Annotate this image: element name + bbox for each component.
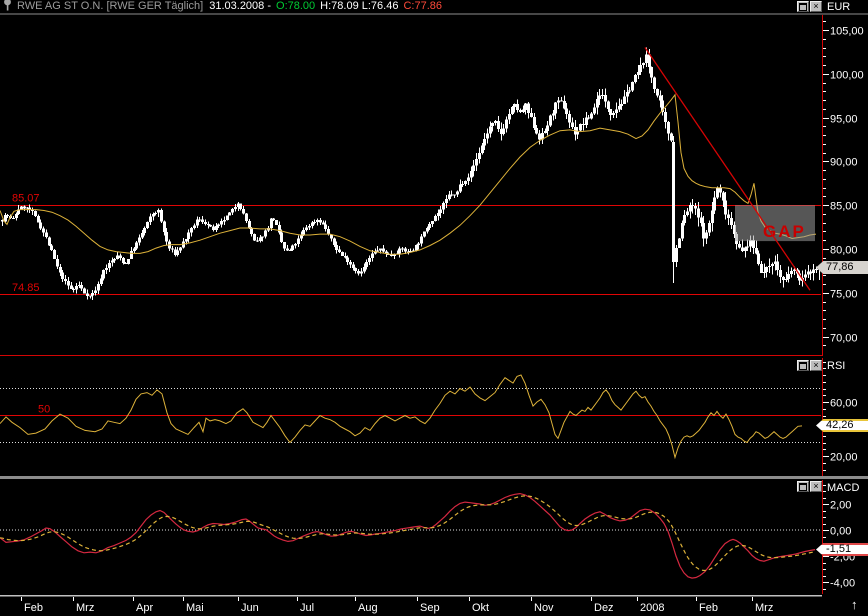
rsi-panel: 50 <box>0 374 821 460</box>
svg-text:Feb: Feb <box>24 602 43 614</box>
svg-text:2,00: 2,00 <box>830 500 851 512</box>
quote-close: C:77.86 <box>403 0 442 12</box>
close-button[interactable]: × <box>810 360 822 371</box>
svg-text:100,00: 100,00 <box>830 70 864 82</box>
rsi-value-badge: 42,26 <box>816 419 868 432</box>
close-button[interactable]: × <box>810 1 822 12</box>
down-trend-line <box>644 47 811 291</box>
svg-text:2008: 2008 <box>640 602 664 614</box>
maximize-button[interactable] <box>797 360 809 371</box>
svg-text:20,00: 20,00 <box>830 452 858 464</box>
main-panel-window-buttons: × <box>797 1 822 12</box>
svg-text:Feb: Feb <box>699 602 718 614</box>
svg-text:85,00: 85,00 <box>830 201 858 213</box>
last-price-badge: 77,86 <box>816 261 868 274</box>
svg-text:74.85: 74.85 <box>12 282 40 294</box>
quote-date: 31.03.2008 - <box>209 0 272 12</box>
svg-text:Mrz: Mrz <box>755 602 773 614</box>
svg-text:60,00: 60,00 <box>830 398 858 410</box>
svg-text:Dez: Dez <box>594 602 614 614</box>
svg-text:0,00: 0,00 <box>830 526 851 538</box>
instrument-title: RWE AG ST O.N. [RWE GER Täglich] <box>17 0 204 12</box>
svg-text:Jun: Jun <box>241 602 259 614</box>
rsi-mid-label: 50 <box>38 404 50 416</box>
svg-text:75,00: 75,00 <box>830 289 858 301</box>
rsi-panel-window-buttons: × <box>797 360 822 371</box>
svg-text:Mai: Mai <box>186 602 204 614</box>
close-icon: × <box>813 481 819 491</box>
svg-text:Apr: Apr <box>136 602 153 614</box>
macd-axis-label: MACD <box>827 482 860 494</box>
svg-text:Mrz: Mrz <box>76 602 94 614</box>
close-button[interactable]: × <box>810 481 822 492</box>
maximize-icon <box>799 361 807 370</box>
close-icon: × <box>813 360 819 370</box>
svg-text:90,00: 90,00 <box>830 157 858 169</box>
pushpin-icon <box>2 0 13 15</box>
svg-text:85.07: 85.07 <box>12 193 40 205</box>
svg-text:95,00: 95,00 <box>830 114 858 126</box>
quote-open: O:78.00 <box>276 0 316 12</box>
scroll-up-icon[interactable]: ↑ <box>851 597 858 612</box>
svg-text:-4,00: -4,00 <box>830 578 855 590</box>
svg-text:80,00: 80,00 <box>830 245 858 257</box>
macd-panel <box>0 492 821 579</box>
price-panel: GAP85.0774.85 <box>0 47 821 300</box>
svg-text:70,00: 70,00 <box>830 333 858 345</box>
window-titlebar[interactable]: RWE AG ST O.N. [RWE GER Täglich] 31.03.2… <box>0 0 868 15</box>
rsi-axis-label: RSI <box>827 360 846 372</box>
svg-text:105,00: 105,00 <box>830 26 864 38</box>
price-rsi-macd-chart[interactable]: 70,00 75,00 80,00 85,00 90,00 95,00 100,00 105,… <box>0 0 868 616</box>
maximize-button[interactable] <box>797 481 809 492</box>
quote-high-low: H:78.09 L:76.46 <box>320 0 399 12</box>
svg-text:Nov: Nov <box>534 602 554 614</box>
svg-text:Okt: Okt <box>472 602 489 614</box>
svg-text:Jul: Jul <box>300 602 314 614</box>
candle-wicks <box>2 47 820 300</box>
maximize-button[interactable] <box>797 1 809 12</box>
candle-bodies <box>1 54 821 297</box>
main-axis-label: EUR <box>827 1 851 13</box>
macd-line <box>0 492 816 579</box>
close-icon: × <box>813 1 819 11</box>
macd-panel-window-buttons: × <box>797 481 822 492</box>
maximize-icon <box>799 2 807 11</box>
time-axis: Feb Mrz Apr Mai Jun Jul Aug Sep Okt Nov Dez 2008 Feb… <box>21 597 773 614</box>
rsi-line <box>0 374 803 460</box>
chart-window: 70,00 75,00 80,00 85,00 90,00 95,00 100,00 105,… <box>0 0 868 616</box>
macd-value-badge: -1,51 <box>816 543 868 556</box>
axes-layer: 70,00 75,00 80,00 85,00 90,00 95,00 100,00 105,… <box>0 14 868 597</box>
svg-text:Aug: Aug <box>358 602 378 614</box>
macd-signal-line <box>0 495 814 572</box>
svg-text:Sep: Sep <box>420 602 440 614</box>
maximize-icon <box>799 482 807 491</box>
